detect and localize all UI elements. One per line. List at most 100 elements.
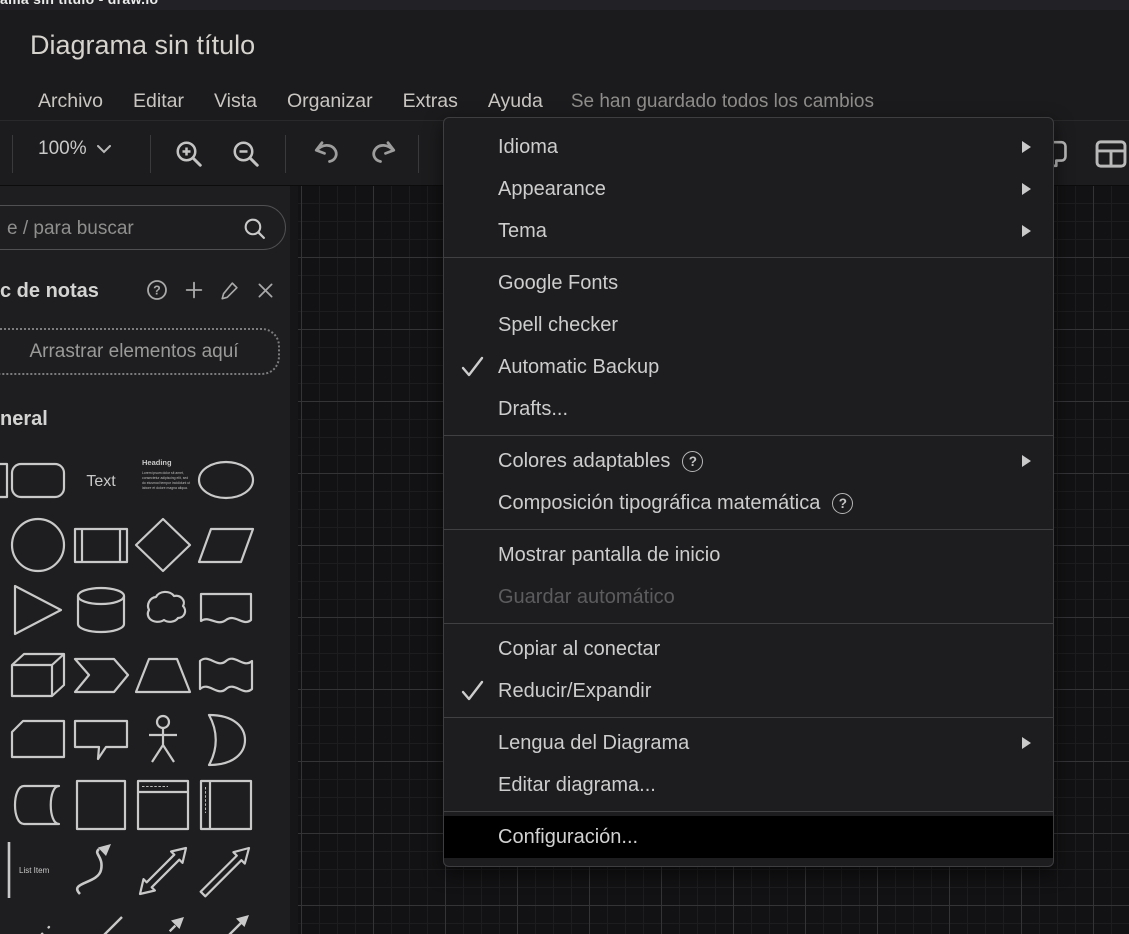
shape-process[interactable] (70, 515, 132, 575)
menu-item-lengua-del-diagrama[interactable]: Lengua del Diagrama (444, 722, 1053, 764)
menubar-item-vista[interactable]: Vista (214, 90, 257, 113)
shape-bidirectional-arrow[interactable] (132, 840, 194, 900)
help-icon[interactable]: ? (145, 278, 169, 302)
zoom-out-button[interactable] (229, 137, 263, 171)
menu-item-idioma[interactable]: Idioma (444, 126, 1053, 168)
browser-tab-title: ama sin título - draw.io (0, 0, 158, 7)
shape-cylinder[interactable] (70, 580, 132, 640)
menubar-item-archivo[interactable]: Archivo (38, 90, 103, 113)
menu-item-label: Lengua del Diagrama (498, 731, 690, 754)
menu-item-appearance[interactable]: Appearance (444, 168, 1053, 210)
menubar-item-ayuda[interactable]: Ayuda (488, 90, 543, 113)
shape-list-item[interactable]: List Item (7, 840, 69, 900)
document-title[interactable]: Diagrama sin título (30, 30, 255, 61)
menu-item-label: Copiar al conectar (498, 637, 661, 660)
shape-step[interactable] (70, 645, 132, 705)
search-input[interactable] (5, 207, 219, 250)
menu-item-drafts[interactable]: Drafts... (444, 388, 1053, 430)
shape-or[interactable] (195, 710, 257, 770)
checkmark-icon (460, 355, 486, 385)
shape-dashed-arrow[interactable] (132, 905, 194, 934)
zoom-value: 100% (38, 138, 87, 159)
shape-card[interactable] (7, 710, 69, 770)
menu-item-spell-checker[interactable]: Spell checker (444, 304, 1053, 346)
shape-document[interactable] (195, 580, 257, 640)
shape-arrow[interactable] (195, 840, 257, 900)
menubar-item-editar[interactable]: Editar (133, 90, 184, 113)
menu-item-editar-diagrama[interactable]: Editar diagrama... (444, 764, 1053, 806)
menu-item-label: Appearance (498, 177, 606, 200)
menu-item-colores-adaptables[interactable]: Colores adaptables? (444, 440, 1053, 482)
shape-line[interactable] (70, 905, 132, 934)
shape-cube[interactable] (7, 645, 69, 705)
table-button[interactable] (1094, 137, 1128, 171)
add-icon[interactable] (183, 279, 205, 301)
zoom-select[interactable]: 100% (38, 138, 111, 160)
shape-triangle[interactable] (7, 580, 69, 640)
shape-parallelogram[interactable] (195, 515, 257, 575)
submenu-arrow-icon (1022, 141, 1031, 153)
menu-separator (444, 524, 1053, 534)
shape-thin-arrow[interactable] (195, 905, 257, 934)
menu-separator (444, 430, 1053, 440)
shape-textbox[interactable]: Heading Lorem ipsum dolor sit amet, consec… (132, 450, 194, 510)
svg-text:Heading: Heading (142, 458, 172, 467)
svg-text:List Item: List Item (19, 866, 50, 875)
menubar-item-extras[interactable]: Extras (403, 90, 458, 113)
toolbar-separator (12, 135, 13, 173)
menu-item-reducir-expandir[interactable]: Reducir/Expandir (444, 670, 1053, 712)
menu-item-tema[interactable]: Tema (444, 210, 1053, 252)
shape-data-storage[interactable] (7, 775, 69, 835)
shape-tape[interactable] (195, 645, 257, 705)
shape-callout[interactable] (70, 710, 132, 770)
shape-vertical-container[interactable] (195, 775, 257, 835)
menubar-item-organizar[interactable]: Organizar (287, 90, 373, 113)
shape-cloud[interactable] (132, 580, 194, 640)
toolbar-separator (150, 135, 151, 173)
svg-text:do eiusmod tempor incididunt u: do eiusmod tempor incididunt ut (142, 481, 190, 485)
shape-search (0, 205, 286, 250)
menu-item-configuraci-n[interactable]: Configuración... (444, 816, 1053, 858)
submenu-arrow-icon (1022, 183, 1031, 195)
scratchpad-header: c de notas ? (0, 280, 290, 303)
menu-item-composici-n-tipogr-fica-matem-tica[interactable]: Composición tipográfica matemática? (444, 482, 1053, 524)
undo-button[interactable] (310, 137, 344, 171)
shape-trapezoid[interactable] (132, 645, 194, 705)
menu-item-label: Mostrar pantalla de inicio (498, 543, 721, 566)
search-icon[interactable] (242, 216, 267, 241)
redo-button[interactable] (366, 137, 400, 171)
shape-curve[interactable] (70, 840, 132, 900)
svg-text:Text: Text (86, 473, 116, 490)
zoom-out-icon (233, 141, 259, 167)
undo-icon (314, 141, 338, 163)
shape-circle[interactable] (7, 515, 69, 575)
menu-item-copiar-al-conectar[interactable]: Copiar al conectar (444, 628, 1053, 670)
edit-pencil-icon[interactable] (219, 279, 241, 301)
menu-item-mostrar-pantalla-de-inicio[interactable]: Mostrar pantalla de inicio (444, 534, 1053, 576)
extras-dropdown-menu: Idioma Appearance Tema Google Fonts Spell ch… (443, 117, 1054, 867)
shape-internal-storage[interactable] (132, 775, 194, 835)
menu-item-automatic-backup[interactable]: Automatic Backup (444, 346, 1053, 388)
shape-square[interactable] (70, 775, 132, 835)
toolbar-separator (418, 135, 419, 173)
checkmark-icon (460, 679, 486, 709)
shape-actor[interactable] (132, 710, 194, 770)
shape-ellipse[interactable] (195, 450, 257, 510)
table-icon (1095, 140, 1127, 168)
shape-text[interactable]: Text (70, 450, 132, 510)
shape-diamond[interactable] (132, 515, 194, 575)
menu-item-label: Automatic Backup (498, 355, 660, 378)
close-icon[interactable] (255, 280, 276, 301)
help-icon: ? (682, 450, 704, 472)
menu-item-google-fonts[interactable]: Google Fonts (444, 262, 1053, 304)
shape-rounded-rectangle[interactable] (7, 450, 69, 510)
menu-item-label: Configuración... (498, 825, 639, 848)
shape-dotted-line[interactable] (7, 905, 69, 934)
svg-text:?: ? (153, 284, 161, 298)
scratchpad-dropzone[interactable]: Arrastrar elementos aquí (0, 328, 280, 375)
menu-separator (444, 806, 1053, 816)
submenu-arrow-icon (1022, 455, 1031, 467)
menu-item-label: Guardar automático (498, 585, 675, 608)
shapes-sidebar: c de notas ? Arrastrar elementos aquí ne… (0, 186, 290, 934)
zoom-in-button[interactable] (172, 137, 206, 171)
